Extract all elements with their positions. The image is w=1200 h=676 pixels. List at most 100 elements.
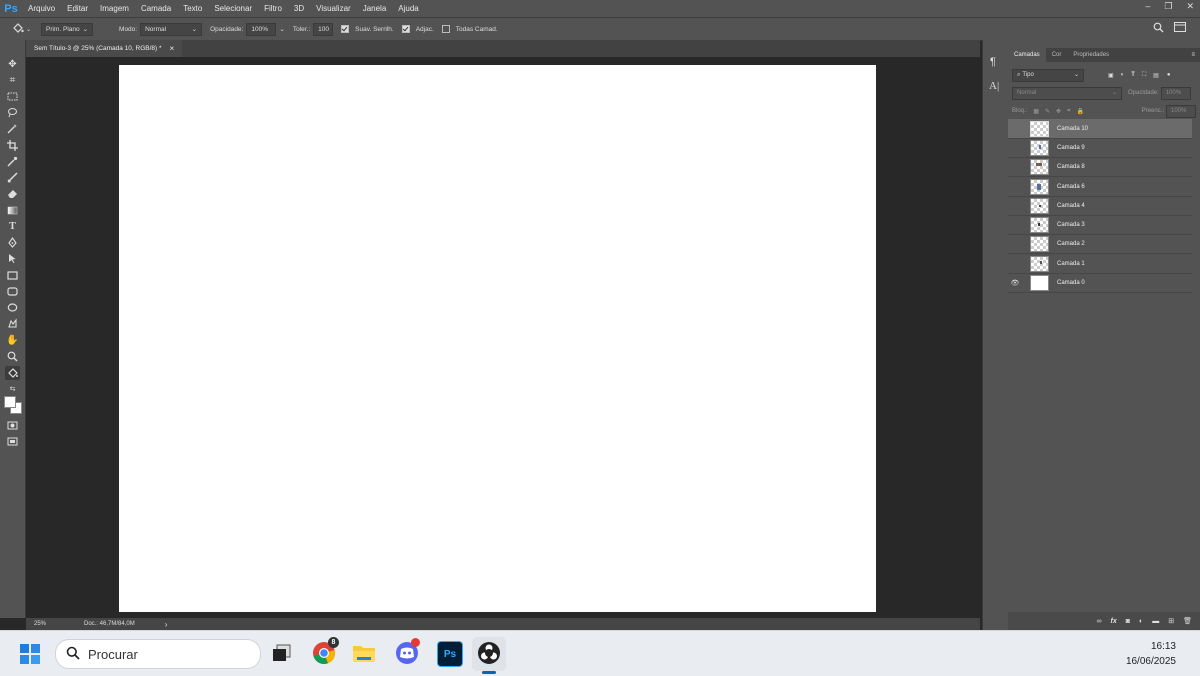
close-window-icon[interactable]: ✕ [1186, 1, 1194, 12]
zoom-tool-icon[interactable] [5, 350, 20, 364]
chevron-down-icon[interactable]: ⌄ [279, 25, 284, 33]
obs-icon[interactable] [477, 641, 501, 665]
layer-style-icon[interactable]: fx [1111, 618, 1117, 625]
menu-filtro[interactable]: Filtro [258, 4, 288, 13]
new-layer-icon[interactable]: ⊞ [1168, 617, 1174, 625]
new-group-icon[interactable]: ▬ [1152, 618, 1159, 625]
anti-alias-checkbox[interactable] [341, 25, 350, 33]
tab-cor[interactable]: Cor [1046, 48, 1068, 62]
trash-icon[interactable]: 🗑 [1183, 617, 1192, 625]
menu-janela[interactable]: Janela [357, 4, 393, 13]
layer-mask-icon[interactable]: ◙ [1126, 618, 1130, 625]
screen-mode-icon[interactable] [5, 435, 20, 449]
layer-row[interactable]: Camada 8 [1008, 157, 1192, 177]
layer-row[interactable]: 👁 Camada 0 [1008, 273, 1192, 293]
lock-transparency-icon[interactable]: ▦ [1033, 108, 1039, 115]
fill-source-select[interactable]: Prim. Plano ⌄ [41, 22, 94, 36]
all-layers-checkbox[interactable] [441, 25, 450, 33]
lock-artboard-icon[interactable]: ⌗ [1067, 108, 1070, 115]
chrome-icon[interactable]: 8 [312, 637, 339, 665]
windows-start-icon[interactable] [20, 644, 40, 664]
type-tool-icon[interactable]: T [5, 220, 20, 234]
lasso-tool-icon[interactable] [5, 106, 20, 120]
tolerance-input[interactable]: 100 [313, 22, 334, 36]
paragraph-panel-icon[interactable]: ¶ [990, 56, 996, 68]
file-explorer-icon[interactable] [352, 641, 376, 665]
filter-shape-icon[interactable]: ⛶ [1142, 72, 1146, 79]
search-icon[interactable] [1153, 22, 1164, 35]
zoom-level[interactable]: 25% [34, 621, 74, 627]
link-layers-icon[interactable]: ∞ [1097, 618, 1102, 625]
path-selection-tool-icon[interactable] [5, 252, 20, 266]
blend-mode-select[interactable]: Normal ⌄ [1012, 86, 1122, 100]
close-tab-icon[interactable]: × [170, 44, 175, 53]
marquee-tool-icon[interactable] [5, 90, 20, 104]
contiguous-checkbox[interactable] [401, 25, 410, 33]
eraser-tool-icon[interactable] [5, 187, 20, 201]
layer-row[interactable]: Camada 10 [1008, 119, 1192, 139]
layer-opacity-input[interactable]: 100% [1160, 86, 1191, 100]
gradient-tool-icon[interactable] [5, 204, 20, 218]
layer-row[interactable]: Camada 2 [1008, 234, 1192, 254]
filter-pixel-icon[interactable]: ▣ [1108, 72, 1114, 79]
menu-editar[interactable]: Editar [61, 4, 94, 13]
character-panel-icon[interactable]: A| [989, 80, 999, 92]
brush-tool-icon[interactable] [5, 171, 20, 185]
panel-menu-icon[interactable]: ≡ [1191, 48, 1195, 62]
workspace-icon[interactable] [1174, 22, 1186, 35]
restore-icon[interactable]: ❐ [1164, 1, 1172, 12]
swap-colors-icon[interactable]: ⇆ [5, 383, 20, 397]
layer-filter-select[interactable]: ⌕ Tipo ⌄ [1012, 68, 1084, 82]
move-tool-icon[interactable]: ✥ [5, 58, 20, 72]
layer-row[interactable]: Camada 1 [1008, 254, 1192, 274]
filter-type-icon[interactable]: T [1131, 72, 1135, 78]
rectangle-tool-icon[interactable] [5, 269, 20, 283]
document-canvas[interactable] [119, 65, 876, 612]
mode-select[interactable]: Normal ⌄ [140, 22, 203, 36]
tab-propriedades[interactable]: Propriedades [1067, 48, 1115, 62]
discord-icon[interactable] [395, 638, 420, 665]
layer-row[interactable]: Camada 9 [1008, 138, 1192, 158]
hand-tool-icon[interactable]: ✋ [5, 334, 20, 348]
tab-camadas[interactable]: Camadas [1008, 48, 1046, 62]
menu-visualizar[interactable]: Visualizar [310, 4, 357, 13]
menu-imagem[interactable]: Imagem [94, 4, 135, 13]
lock-position-icon[interactable]: ✥ [1056, 108, 1061, 115]
document-tab[interactable]: Sem Título-3 @ 25% (Camada 10, RGB/8) * … [26, 40, 183, 57]
pen-tool-icon[interactable] [5, 236, 20, 250]
menu-texto[interactable]: Texto [177, 4, 208, 13]
filter-toggle-icon[interactable]: ● [1167, 72, 1171, 78]
eyedropper-tool-icon[interactable] [5, 155, 20, 169]
menu-selecionar[interactable]: Selecionar [208, 4, 258, 13]
taskbar-clock[interactable]: 16:13 16/06/2025 [1126, 639, 1176, 669]
layer-row[interactable]: Camada 6 [1008, 177, 1192, 197]
paint-bucket-tool-icon[interactable] [12, 22, 24, 37]
adjustment-layer-icon[interactable]: ◐ [1139, 618, 1143, 625]
eye-icon[interactable]: 👁 [1008, 279, 1022, 287]
paint-bucket-tool-icon[interactable] [5, 366, 20, 380]
menu-ajuda[interactable]: Ajuda [392, 4, 424, 13]
layer-row[interactable]: Camada 4 [1008, 196, 1192, 216]
filter-smart-object-icon[interactable]: ▤ [1153, 72, 1159, 79]
opacity-input[interactable]: 100% [246, 22, 277, 36]
crop-tool-icon[interactable] [5, 139, 20, 153]
custom-shape-tool-icon[interactable] [5, 317, 20, 331]
layer-row[interactable]: Camada 3 [1008, 215, 1192, 235]
taskbar-search[interactable]: Procurar [55, 639, 261, 669]
chevron-down-icon[interactable]: ⌄ [26, 26, 31, 33]
rounded-rectangle-tool-icon[interactable] [5, 285, 20, 299]
lock-image-icon[interactable]: ✎ [1045, 108, 1050, 115]
minimize-icon[interactable]: – [1145, 1, 1150, 12]
filter-adjustment-icon[interactable]: ◐ [1121, 72, 1125, 78]
quick-mask-icon[interactable] [5, 419, 20, 433]
menu-camada[interactable]: Camada [135, 4, 177, 13]
menu-arquivo[interactable]: Arquivo [22, 4, 61, 13]
artboard-tool-icon[interactable]: ⌗ [5, 74, 20, 88]
fill-input[interactable]: 100% [1166, 104, 1196, 118]
ellipse-tool-icon[interactable] [5, 301, 20, 315]
magic-wand-tool-icon[interactable] [5, 122, 20, 136]
photoshop-taskbar-icon[interactable]: Ps [437, 641, 463, 667]
foreground-color-swatch[interactable] [4, 396, 16, 408]
menu-3d[interactable]: 3D [288, 4, 310, 13]
lock-all-icon[interactable]: 🔒 [1076, 108, 1083, 115]
